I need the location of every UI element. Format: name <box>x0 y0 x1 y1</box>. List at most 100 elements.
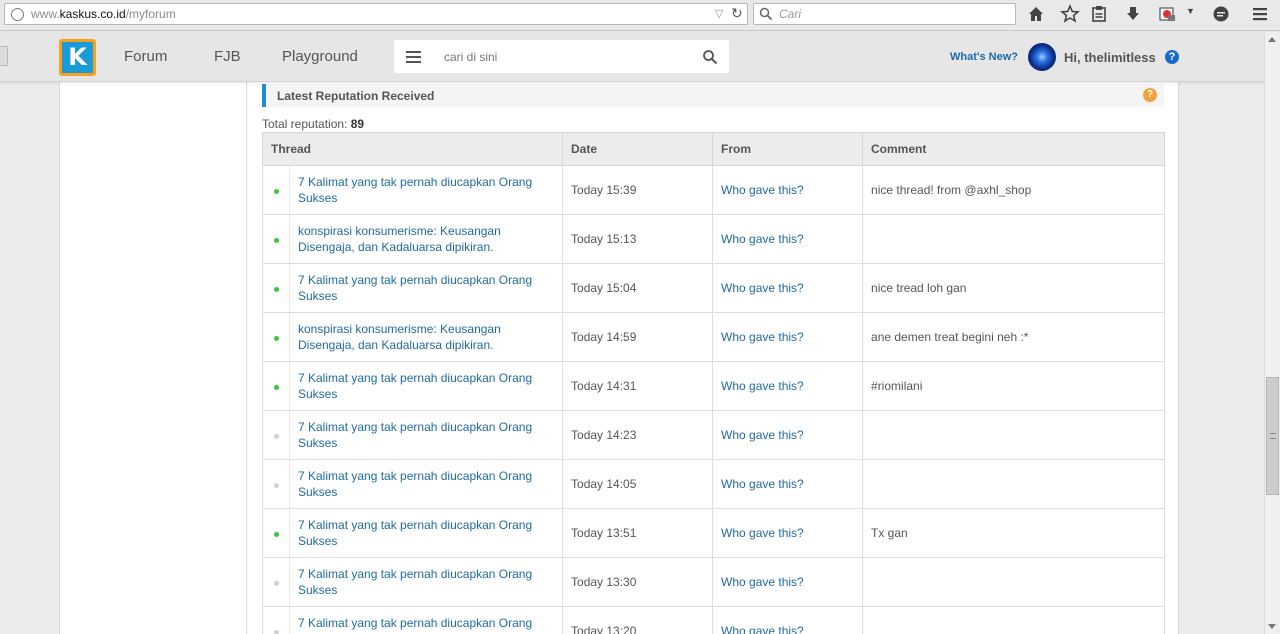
scroll-down-arrow-icon[interactable] <box>1268 624 1276 629</box>
table-row: 7 Kalimat yang tak pernah diucapkan Oran… <box>262 410 1166 460</box>
grip-icon <box>1270 433 1276 439</box>
comment-cell: ane demen treat begini neh :* <box>862 312 1166 362</box>
url-text: www.kaskus.co.id/myforum <box>31 7 176 21</box>
table-row: 7 Kalimat yang tak pernah diucapkan Oran… <box>262 263 1166 313</box>
thread-cell: 7 Kalimat yang tak pernah diucapkan Oran… <box>289 606 564 634</box>
comment-cell: Tx gan <box>862 508 1166 558</box>
status-cell <box>262 557 290 607</box>
comment-cell <box>862 557 1166 607</box>
scrollbar-thumb[interactable] <box>1266 377 1279 495</box>
who-gave-this-link[interactable]: Who gave this? <box>721 428 804 442</box>
browser-search-bar[interactable]: Cari <box>753 3 1016 25</box>
who-gave-this-link[interactable]: Who gave this? <box>721 624 804 634</box>
hamburger-menu-icon[interactable] <box>406 51 421 63</box>
home-icon[interactable] <box>1026 4 1046 24</box>
from-cell: Who gave this? <box>712 606 864 634</box>
who-gave-this-link[interactable]: Who gave this? <box>721 281 804 295</box>
comment-cell: nice tread loh gan <box>862 263 1166 313</box>
status-dot-icon <box>273 483 279 488</box>
browser-toolbar: www.kaskus.co.id/myforum ▽ ↻ Cari ▼ <box>0 0 1280 31</box>
menu-icon[interactable] <box>1250 4 1270 24</box>
from-cell: Who gave this? <box>712 263 864 313</box>
thread-cell: konspirasi konsumerisme: Keusangan Disen… <box>289 214 564 264</box>
address-bar[interactable]: www.kaskus.co.id/myforum ▽ ↻ <box>4 3 748 25</box>
search-icon[interactable] <box>702 49 718 65</box>
thread-link[interactable]: 7 Kalimat yang tak pernah diucapkan Oran… <box>298 175 532 205</box>
who-gave-this-link[interactable]: Who gave this? <box>721 330 804 344</box>
thread-cell: 7 Kalimat yang tak pernah diucapkan Oran… <box>289 508 564 558</box>
who-gave-this-link[interactable]: Who gave this? <box>721 526 804 540</box>
date-cell: Today 13:20 <box>562 606 714 634</box>
nav-fjb[interactable]: FJB <box>214 48 241 65</box>
comment-cell: nice thread! from @axhl_shop <box>862 165 1166 215</box>
status-cell <box>262 606 290 634</box>
section-title: Latest Reputation Received <box>277 89 435 103</box>
help-icon[interactable]: ? <box>1165 50 1179 64</box>
total-reputation: Total reputation: 89 <box>262 117 365 131</box>
total-reputation-value: 89 <box>350 117 365 131</box>
thread-cell: 7 Kalimat yang tak pernah diucapkan Oran… <box>289 459 564 509</box>
date-cell: Today 13:51 <box>562 508 714 558</box>
help-icon[interactable]: ? <box>1143 88 1157 102</box>
page-scrollbar[interactable] <box>1264 32 1280 634</box>
column-header-date: Date <box>562 132 714 166</box>
status-dot-icon <box>273 238 279 243</box>
thread-link[interactable]: konspirasi konsumerisme: Keusangan Disen… <box>298 322 501 352</box>
table-header-row: Thread Date From Comment <box>261 132 1166 166</box>
globe-icon <box>11 8 24 21</box>
reload-icon[interactable]: ↻ <box>731 5 743 22</box>
thread-link[interactable]: konspirasi konsumerisme: Keusangan Disen… <box>298 224 501 254</box>
url-history-dropdown-icon[interactable]: ▽ <box>715 7 723 20</box>
thread-link[interactable]: 7 Kalimat yang tak pernah diucapkan Oran… <box>298 518 532 548</box>
table-row: konspirasi konsumerisme: Keusangan Disen… <box>262 214 1166 264</box>
who-gave-this-link[interactable]: Who gave this? <box>721 575 804 589</box>
date-cell: Today 13:30 <box>562 557 714 607</box>
status-dot-icon <box>273 434 279 439</box>
status-dot-icon <box>273 287 279 292</box>
table-row: 7 Kalimat yang tak pernah diucapkan Oran… <box>262 361 1166 411</box>
addon-icon[interactable] <box>1157 4 1177 24</box>
status-cell <box>262 165 290 215</box>
from-cell: Who gave this? <box>712 165 864 215</box>
whats-new-link[interactable]: What's New? <box>950 51 1018 63</box>
reading-list-icon[interactable] <box>1089 4 1109 24</box>
from-cell: Who gave this? <box>712 459 864 509</box>
from-cell: Who gave this? <box>712 410 864 460</box>
from-cell: Who gave this? <box>712 557 864 607</box>
status-cell <box>262 214 290 264</box>
who-gave-this-link[interactable]: Who gave this? <box>721 183 804 197</box>
avatar[interactable] <box>1028 43 1056 71</box>
scroll-up-arrow-icon[interactable] <box>1268 37 1276 42</box>
site-search-box[interactable]: cari di sini <box>394 40 729 73</box>
who-gave-this-link[interactable]: Who gave this? <box>721 477 804 491</box>
date-cell: Today 14:23 <box>562 410 714 460</box>
thread-link[interactable]: 7 Kalimat yang tak pernah diucapkan Oran… <box>298 567 532 597</box>
thread-link[interactable]: 7 Kalimat yang tak pernah diucapkan Oran… <box>298 420 532 450</box>
thread-link[interactable]: 7 Kalimat yang tak pernah diucapkan Oran… <box>298 469 532 499</box>
comment-cell <box>862 410 1166 460</box>
chat-icon[interactable] <box>1211 4 1231 24</box>
bookmark-star-icon[interactable] <box>1060 4 1080 24</box>
table-row: 7 Kalimat yang tak pernah diucapkan Oran… <box>262 165 1166 215</box>
thread-link[interactable]: 7 Kalimat yang tak pernah diucapkan Oran… <box>298 371 532 401</box>
download-icon[interactable] <box>1123 4 1143 24</box>
sidebar-toggle[interactable] <box>0 46 8 66</box>
search-icon <box>759 7 773 21</box>
comment-cell: #riomilani <box>862 361 1166 411</box>
status-cell <box>262 361 290 411</box>
dropdown-icon[interactable]: ▼ <box>1186 6 1206 26</box>
status-cell <box>262 312 290 362</box>
thread-link[interactable]: 7 Kalimat yang tak pernah diucapkan Oran… <box>298 616 532 634</box>
nav-playground[interactable]: Playground <box>282 48 358 65</box>
thread-link[interactable]: 7 Kalimat yang tak pernah diucapkan Oran… <box>298 273 532 303</box>
column-header-thread: Thread <box>261 132 564 166</box>
nav-forum[interactable]: Forum <box>124 48 167 65</box>
comment-cell <box>862 459 1166 509</box>
kaskus-logo[interactable]: K <box>59 39 96 76</box>
who-gave-this-link[interactable]: Who gave this? <box>721 232 804 246</box>
status-dot-icon <box>273 581 279 586</box>
thread-cell: konspirasi konsumerisme: Keusangan Disen… <box>289 312 564 362</box>
user-greeting[interactable]: Hi, thelimitless <box>1064 50 1156 65</box>
date-cell: Today 14:05 <box>562 459 714 509</box>
who-gave-this-link[interactable]: Who gave this? <box>721 379 804 393</box>
